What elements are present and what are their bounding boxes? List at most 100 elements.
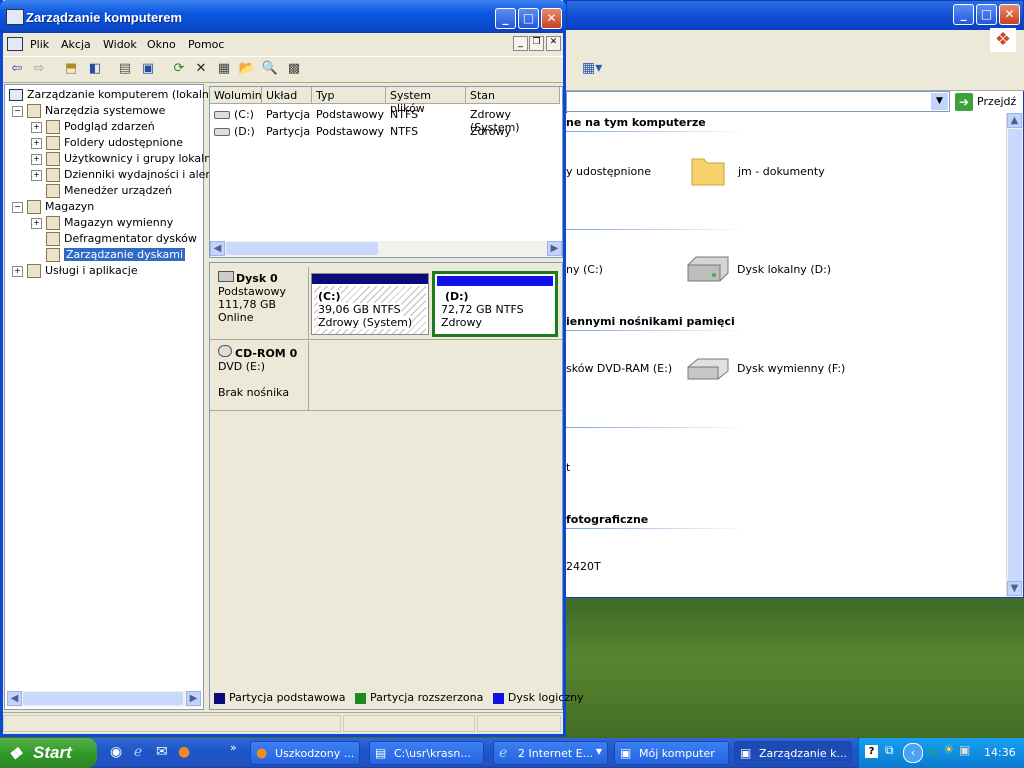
firefox-quicklaunch-icon[interactable]: ●	[178, 744, 190, 760]
tree-item[interactable]: + Podgląd zdarzeń	[31, 120, 155, 136]
start-button[interactable]: ❖ Start	[0, 738, 97, 768]
expand-icon[interactable]: +	[31, 217, 42, 229]
expand-icon[interactable]: +	[12, 265, 23, 277]
help-tray-icon[interactable]: ?	[865, 745, 878, 758]
delete-icon[interactable]: ✕	[191, 59, 211, 79]
other-item[interactable]: t	[566, 461, 570, 474]
main-titlebar[interactable]: Zarządzanie komputerem _ □ ✕	[0, 0, 566, 33]
scroll-right-icon[interactable]: ▶	[186, 691, 201, 706]
column-header[interactable]: Stan	[466, 87, 560, 104]
column-header[interactable]: Układ	[262, 87, 312, 104]
expand-icon[interactable]: +	[31, 153, 42, 165]
tree-item[interactable]: + Magazyn wymienny	[31, 216, 173, 232]
mdi-minimize-button[interactable]: _	[513, 36, 528, 51]
views-icon[interactable]: ▦▾	[582, 60, 612, 80]
go-button[interactable]: ➔ Przejdź	[955, 92, 1021, 112]
mdi-close-button[interactable]: ✕	[546, 36, 561, 51]
expand-icon[interactable]: +	[31, 121, 42, 133]
partition-c[interactable]: (C:) 39,06 GB NTFS Zdrowy (System)	[311, 273, 429, 335]
tree-horizontal-scrollbar[interactable]: ◀ ▶	[7, 691, 201, 707]
tray-expand-icon[interactable]: ‹	[903, 743, 923, 763]
scroll-down-icon[interactable]: ▼	[1007, 581, 1022, 596]
partition-d[interactable]: (D:) 72,72 GB NTFS Zdrowy	[432, 271, 558, 337]
forward-icon[interactable]: ⇨	[29, 59, 49, 79]
task-firefox[interactable]: ● Uszkodzony ...	[250, 741, 360, 765]
tree-item[interactable]: Defragmentator dysków	[31, 232, 197, 248]
tree-item[interactable]: − Magazyn	[12, 200, 94, 216]
scroll-up-icon[interactable]: ▲	[1007, 113, 1022, 128]
up-folder-icon[interactable]: ⬒	[61, 59, 81, 79]
disk0-label[interactable]: Dysk 0 Podstawowy 111,78 GB Online	[210, 267, 309, 339]
expand-icon[interactable]: +	[31, 137, 42, 149]
bg-minimize-button[interactable]: _	[953, 4, 974, 25]
bg-close-button[interactable]: ✕	[999, 4, 1020, 25]
volume-row[interactable]: (D:) Partycja Podstawowy NTFS Zdrowy	[210, 123, 562, 140]
collapse-icon[interactable]: −	[12, 105, 23, 117]
expand-icon[interactable]: +	[31, 169, 42, 181]
language-icon[interactable]: ⧉	[885, 743, 894, 758]
antivirus-icon[interactable]: ☀	[943, 743, 955, 758]
help-icon[interactable]: ▣	[138, 59, 158, 79]
refresh-icon[interactable]: ⟳	[169, 59, 189, 79]
ie-quicklaunch-icon[interactable]: ℯ	[134, 744, 142, 760]
volume-row[interactable]: (C:) Partycja Podstawowy NTFS Zdrowy (System…	[210, 106, 562, 134]
task-notepad[interactable]: ▤ C:\usr\krasn...	[369, 741, 484, 765]
scroll-thumb[interactable]	[23, 692, 183, 705]
minimize-button[interactable]: _	[495, 8, 516, 29]
scroll-left-icon[interactable]: ◀	[210, 241, 225, 256]
address-bar[interactable]: ▼	[566, 91, 950, 112]
collapse-icon[interactable]: −	[12, 201, 23, 213]
jm-documents-item[interactable]: jm - dokumenty	[738, 165, 825, 178]
local-disk-d-item[interactable]: Dysk lokalny (D:)	[737, 263, 831, 276]
clock[interactable]: 14:36	[984, 746, 1016, 759]
network-icon[interactable]: ↘	[926, 744, 937, 759]
bg-maximize-button[interactable]: □	[976, 4, 997, 25]
task-my-computer[interactable]: ▣ Mój komputer	[614, 741, 729, 765]
tree-item[interactable]: Menedżer urządzeń	[31, 184, 172, 200]
task-internet-explorer[interactable]: ℯ 2 Internet E... ▼	[493, 741, 608, 765]
outlook-quicklaunch-icon[interactable]: ✉	[156, 744, 168, 760]
menu-action[interactable]: Akcja	[61, 38, 91, 51]
scroll-left-icon[interactable]: ◀	[7, 691, 22, 706]
show-desktop-icon[interactable]: ◉	[110, 744, 122, 760]
volume-horizontal-scrollbar[interactable]: ◀ ▶	[210, 241, 562, 257]
scroll-thumb[interactable]	[226, 242, 378, 255]
back-icon[interactable]: ⇦	[7, 59, 27, 79]
scroll-right-icon[interactable]: ▶	[547, 241, 562, 256]
shared-docs-item[interactable]: y udostępnione	[566, 165, 651, 178]
settings-icon[interactable]: ▩	[284, 59, 304, 79]
camera-item[interactable]: 2420T	[566, 560, 601, 573]
address-dropdown-icon[interactable]: ▼	[931, 93, 948, 110]
removable-disk-f-item[interactable]: Dysk wymienny (F:)	[737, 362, 845, 375]
menu-help[interactable]: Pomoc	[188, 38, 224, 51]
dvd-ram-item[interactable]: sków DVD-RAM (E:)	[566, 362, 672, 375]
column-header[interactable]: Wolumin	[210, 87, 262, 104]
connection-icon[interactable]: ▣	[959, 743, 970, 757]
menu-file[interactable]: Plik	[30, 38, 49, 51]
tree-root[interactable]: Zarządzanie komputerem (lokalne)	[9, 88, 220, 104]
properties2-icon[interactable]: ▦	[214, 59, 234, 79]
menu-view[interactable]: Widok	[103, 38, 137, 51]
tree-item[interactable]: + Użytkownicy i grupy lokalne	[31, 152, 218, 168]
search-icon[interactable]: 🔍	[260, 59, 280, 79]
tree-item[interactable]: − Narzędzia systemowe	[12, 104, 165, 120]
mdi-restore-button[interactable]: ❐	[529, 36, 544, 51]
task-computer-management[interactable]: ▣ Zarządzanie k...	[734, 741, 852, 765]
close-button[interactable]: ✕	[541, 8, 562, 29]
column-header[interactable]: Typ	[312, 87, 386, 104]
local-disk-c-item[interactable]: ny (C:)	[566, 263, 603, 276]
bg-vertical-scrollbar[interactable]: ▲ ▼	[1006, 113, 1023, 597]
quicklaunch-more-icon[interactable]: »	[230, 741, 237, 754]
cdrom-label[interactable]: CD-ROM 0 DVD (E:) Brak nośnika	[210, 341, 309, 410]
maximize-button[interactable]: □	[518, 8, 539, 29]
tree-item[interactable]: + Dzienniki wydajności i alerty	[31, 168, 221, 184]
properties-icon[interactable]: ▤	[115, 59, 135, 79]
menu-window[interactable]: Okno	[147, 38, 176, 51]
tree-item[interactable]: + Usługi i aplikacje	[12, 264, 138, 280]
show-tree-icon[interactable]: ◧	[85, 59, 105, 79]
column-header[interactable]: System plików	[386, 87, 466, 115]
tree-item[interactable]: Zarządzanie dyskami	[31, 248, 186, 264]
tree-item[interactable]: + Foldery udostępnione	[31, 136, 183, 152]
scroll-thumb[interactable]	[1008, 129, 1022, 581]
open-icon[interactable]: 📂	[237, 59, 257, 79]
